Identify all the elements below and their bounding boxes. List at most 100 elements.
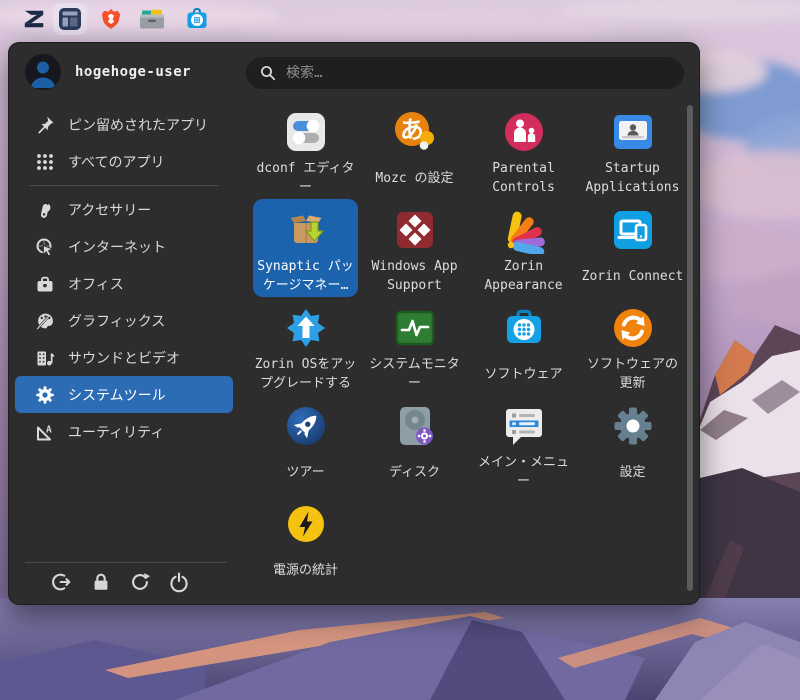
main-menu-icon (505, 409, 542, 445)
sidebar-item-sound-video[interactable]: サウンドとビデオ (15, 339, 233, 376)
app-label: ソフトウェアの更新 (586, 357, 678, 391)
app-power-statistics[interactable]: 電源の統計 (253, 493, 358, 591)
app-zorin-upgrade[interactable]: Zorin OSをアップグレードする (253, 297, 358, 395)
sidebar-item-system-tools[interactable]: システムツール (15, 376, 233, 413)
dconf-editor-icon (286, 113, 325, 151)
sidebar-item-all-apps[interactable]: すべてのアプリ (15, 143, 233, 180)
sidebar-item-label: インターネット (68, 239, 166, 256)
app-label: Mozc の設定 (375, 170, 454, 186)
office-icon (37, 276, 53, 291)
sidebar-separator (29, 185, 219, 186)
search-icon (261, 66, 276, 81)
app-zorin-appearance[interactable]: Zorin Appearance (471, 199, 576, 297)
app-label: dconf エディター (256, 161, 355, 195)
app-menu-panel: hogehoge-user ピン留めされたアプリ すべてのアプリ (8, 42, 700, 605)
sidebar-item-label: ピン留めされたアプリ (68, 117, 208, 134)
software-store-icon[interactable] (185, 7, 209, 31)
app-startup-applications[interactable]: Startup Applications (580, 101, 685, 199)
taskbar (0, 0, 800, 38)
sidebar-item-label: システムツール (68, 387, 166, 404)
app-parental-controls[interactable]: Parental Controls (471, 101, 576, 199)
zorin-menu-icon[interactable] (58, 7, 82, 31)
startup-applications-icon (613, 115, 652, 149)
zorin-logo-icon[interactable] (22, 7, 46, 31)
disks-icon (399, 407, 433, 445)
internet-icon (36, 238, 55, 257)
app-dconf-editor[interactable]: dconf エディター (253, 101, 358, 199)
lock-icon[interactable] (90, 571, 112, 593)
sidebar-item-accessories[interactable]: アクセサリー (15, 191, 233, 228)
logout-icon[interactable] (51, 571, 73, 593)
sidebar-item-utilities[interactable]: A ユーティリティ (15, 413, 233, 450)
svg-text:A: A (46, 424, 52, 435)
session-separator (25, 562, 227, 563)
sidebar-item-office[interactable]: オフィス (15, 265, 233, 302)
search-bar[interactable] (246, 57, 684, 89)
power-icon[interactable] (168, 571, 190, 593)
app-label: 電源の統計 (272, 562, 338, 578)
file-manager-icon[interactable] (139, 8, 165, 30)
windows-app-support-icon (396, 212, 433, 248)
app-label: Startup Applications (585, 161, 680, 195)
app-windows-app-support[interactable]: Windows App Support (362, 199, 467, 297)
sidebar-item-internet[interactable]: インターネット (15, 228, 233, 265)
sidebar-item-label: サウンドとビデオ (68, 350, 180, 367)
tour-icon (286, 407, 325, 445)
settings-gear-icon (614, 407, 651, 445)
app-main-menu[interactable]: メイン・メニュー (471, 395, 576, 493)
username: hogehoge-user (75, 64, 192, 80)
sidebar-item-pinned-apps[interactable]: ピン留めされたアプリ (15, 106, 233, 143)
zorin-upgrade-icon (286, 309, 325, 347)
synaptic-icon (290, 215, 324, 243)
app-mozc-settings[interactable]: あ Mozc の設定 (362, 101, 467, 199)
pin-icon (38, 116, 54, 134)
app-software-update[interactable]: ソフトウェアの更新 (580, 297, 685, 395)
app-label: Zorin Appearance (484, 259, 563, 293)
sidebar-item-label: グラフィックス (68, 313, 166, 330)
app-label: 設定 (619, 464, 646, 480)
app-label: ソフトウェア (484, 366, 563, 382)
app-label: Parental Controls (492, 161, 555, 195)
app-disks[interactable]: ディスク (362, 395, 467, 493)
system-tools-icon (36, 385, 54, 404)
app-settings[interactable]: 設定 (580, 395, 685, 493)
sidebar-item-graphics[interactable]: グラフィックス (15, 302, 233, 339)
sidebar: ピン留めされたアプリ すべてのアプリ アクセサリー インターネット オフィス グ… (9, 106, 239, 450)
app-label: ツアー (286, 464, 325, 480)
menu-scrollbar[interactable] (687, 105, 693, 591)
app-label: メイン・メニュー (477, 455, 569, 489)
user-chip[interactable]: hogehoge-user (25, 54, 191, 90)
app-label: Synaptic パッケージマネー… (257, 259, 354, 293)
app-label: Zorin OSをアップグレードする (254, 357, 357, 391)
software-update-icon (613, 309, 652, 347)
parental-controls-icon (504, 113, 543, 151)
sidebar-item-label: アクセサリー (68, 202, 152, 219)
session-buttons (51, 571, 190, 593)
app-synaptic[interactable]: Synaptic パッケージマネー… (253, 199, 358, 297)
app-grid: dconf エディター あ Mozc の設定 Parental Controls (251, 101, 687, 591)
app-label: Windows App Support (371, 259, 458, 293)
sidebar-item-label: オフィス (68, 276, 124, 293)
app-label: システムモニター (369, 357, 460, 391)
sidebar-item-label: ユーティリティ (68, 424, 165, 441)
search-input[interactable] (286, 65, 670, 81)
software-icon (506, 309, 541, 343)
zorin-appearance-icon (507, 211, 545, 254)
sidebar-item-label: すべてのアプリ (68, 154, 165, 171)
app-software[interactable]: ソフトウェア (471, 297, 576, 395)
sound-video-icon (37, 351, 55, 365)
graphics-icon (36, 313, 53, 330)
app-system-monitor[interactable]: システムモニター (362, 297, 467, 395)
all-apps-grid-icon (37, 153, 53, 170)
avatar (25, 54, 61, 90)
app-tour[interactable]: ツアー (253, 395, 358, 493)
restart-icon[interactable] (129, 571, 151, 593)
app-label: Zorin Connect (581, 268, 684, 284)
zorin-connect-icon (613, 211, 652, 249)
brave-browser-icon[interactable] (99, 7, 123, 31)
mozc-settings-icon: あ (394, 112, 434, 150)
accessories-icon (40, 203, 51, 218)
app-zorin-connect[interactable]: Zorin Connect (580, 199, 685, 297)
app-label: ディスク (388, 464, 441, 480)
utilities-icon: A (37, 424, 52, 440)
